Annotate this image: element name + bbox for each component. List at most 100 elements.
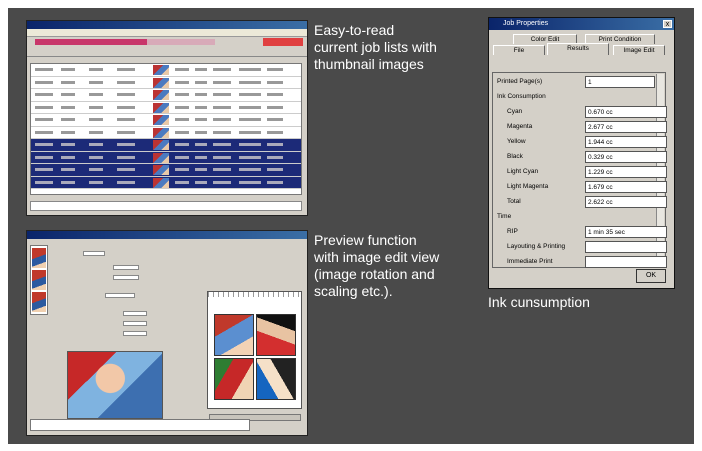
dialog-title-bar: Job Properties x	[489, 18, 674, 30]
job-thumbnail	[153, 140, 169, 150]
job-cell	[61, 118, 75, 121]
result-value-field: 1	[585, 76, 655, 88]
result-row: Light Cyan 1.229 cc	[495, 165, 667, 179]
job-progress-bar	[35, 39, 215, 45]
dialog-tabs: Color Edit Print Condition File Results Imag…	[489, 30, 674, 60]
result-label: Printed Page(s)	[497, 78, 543, 85]
result-value-field: 0.670 cc	[585, 106, 667, 118]
results-panel: Printed Page(s) 1 Ink Consumption Cyan 0.670…	[492, 72, 667, 268]
layout-image-tile[interactable]	[256, 358, 296, 400]
job-cell	[213, 118, 231, 121]
tab-image-edit[interactable]: Image Edit	[613, 45, 665, 55]
job-cell	[89, 168, 103, 171]
job-cell	[239, 180, 261, 184]
job-cell	[35, 130, 53, 134]
edit-field[interactable]	[113, 265, 139, 270]
job-list-screenshot	[26, 20, 308, 216]
edit-field[interactable]	[123, 321, 147, 326]
edit-field[interactable]	[123, 311, 147, 316]
job-cell	[267, 93, 283, 96]
result-row: Total 2.622 cc	[495, 195, 667, 209]
job-cell	[195, 93, 207, 96]
job-list-menu-bar	[27, 29, 307, 37]
result-row: Magenta 2.677 cc	[495, 120, 667, 134]
job-row[interactable]	[31, 127, 301, 139]
job-cell	[61, 155, 75, 159]
layout-image-tile[interactable]	[214, 358, 254, 400]
dialog-title: Job Properties	[503, 20, 549, 27]
result-value-field: 0.329 cc	[585, 151, 667, 163]
result-row: Printed Page(s) 1	[495, 75, 665, 89]
layout-image-tile[interactable]	[214, 314, 254, 356]
job-row[interactable]	[31, 139, 301, 152]
job-cell	[117, 93, 135, 96]
job-cell	[61, 168, 75, 171]
job-cell	[213, 130, 231, 134]
job-cell	[267, 143, 283, 146]
result-value-field: 2.677 cc	[585, 121, 667, 133]
job-cell	[61, 143, 75, 146]
job-cell	[89, 80, 103, 84]
job-cell	[239, 93, 261, 96]
job-list-caption: Easy-to-read current job lists with thum…	[314, 22, 437, 72]
job-properties-dialog: Job Properties x Color Edit Print Conditi…	[488, 17, 675, 289]
job-cell	[195, 143, 207, 146]
canvas-ruler	[208, 292, 301, 297]
job-cell	[89, 105, 103, 109]
edit-field[interactable]	[113, 275, 139, 280]
job-cell	[267, 118, 283, 121]
job-thumbnail	[153, 177, 169, 188]
preview-message-bar	[30, 419, 250, 431]
result-value-field: 1.229 cc	[585, 166, 667, 178]
image-edit-form	[53, 245, 203, 345]
close-button[interactable]: x	[663, 20, 672, 28]
job-cell	[89, 155, 103, 159]
job-cell	[61, 130, 75, 134]
result-value-field	[585, 256, 667, 268]
job-row[interactable]	[31, 77, 301, 89]
job-cell	[35, 168, 53, 171]
layout-canvas[interactable]	[207, 291, 302, 409]
job-thumbnail	[153, 152, 169, 163]
job-cell	[117, 68, 135, 71]
layout-image-tile[interactable]	[256, 314, 296, 356]
job-cell	[239, 155, 261, 159]
tab-file[interactable]: File	[493, 45, 545, 55]
job-cell	[175, 105, 189, 109]
edit-field[interactable]	[105, 293, 135, 298]
job-cell	[89, 130, 103, 134]
job-cell	[117, 143, 135, 146]
edit-field[interactable]	[123, 331, 147, 336]
result-label: Total	[507, 198, 521, 205]
thumbnail-image[interactable]	[32, 270, 46, 290]
job-table	[30, 63, 302, 195]
edit-field[interactable]	[83, 251, 105, 256]
job-cell	[175, 68, 189, 71]
thumbnail-image[interactable]	[32, 248, 46, 268]
job-cell	[195, 168, 207, 171]
job-row[interactable]	[31, 89, 301, 102]
thumbnail-image[interactable]	[32, 292, 46, 312]
job-row[interactable]	[31, 176, 301, 189]
preview-screenshot	[26, 230, 308, 436]
job-cell	[213, 80, 231, 84]
job-row[interactable]	[31, 164, 301, 177]
job-cell	[117, 105, 135, 109]
job-cell	[267, 155, 283, 159]
tab-results[interactable]: Results	[547, 43, 609, 55]
job-cell	[89, 143, 103, 146]
ok-button[interactable]: OK	[636, 269, 666, 283]
result-row: Yellow 1.944 cc	[495, 135, 667, 149]
job-cell	[61, 68, 75, 71]
result-value-field: 1.944 cc	[585, 136, 667, 148]
job-cell	[117, 155, 135, 159]
job-row[interactable]	[31, 114, 301, 127]
job-thumbnail	[153, 165, 169, 175]
stop-button[interactable]	[263, 38, 303, 46]
job-cell	[213, 143, 231, 146]
job-cell	[195, 105, 207, 109]
job-row[interactable]	[31, 102, 301, 114]
job-row[interactable]	[31, 64, 301, 77]
result-value-field: 2.622 cc	[585, 196, 667, 208]
job-row[interactable]	[31, 151, 301, 164]
